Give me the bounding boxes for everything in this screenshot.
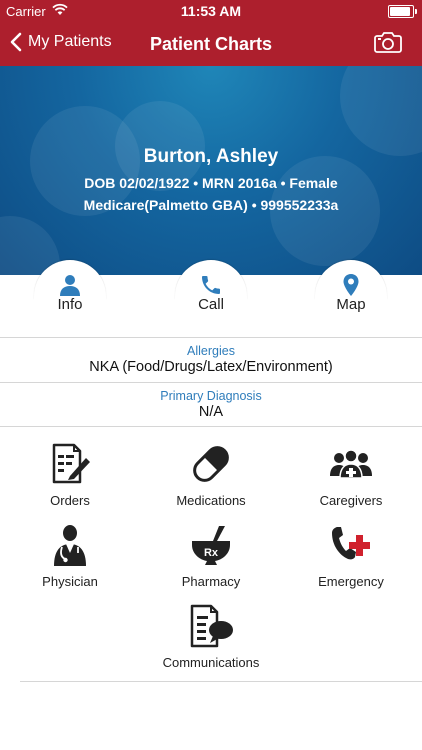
- divider: [20, 681, 422, 682]
- map-pin-icon: [343, 274, 359, 296]
- pharmacy-icon: Rx: [192, 526, 230, 565]
- chevron-left-icon: [10, 32, 22, 52]
- status-bar: Carrier 11:53 AM: [0, 0, 422, 22]
- camera-button[interactable]: [374, 31, 402, 58]
- diagnosis-label: Primary Diagnosis: [160, 389, 262, 403]
- action-row: Info Call Map: [0, 260, 422, 338]
- map-button[interactable]: Map: [315, 260, 387, 336]
- orders-label: Orders: [50, 493, 90, 508]
- medications-button[interactable]: Medications: [146, 442, 276, 508]
- patient-insurance: Medicare(Palmetto GBA) • 999552233a: [83, 197, 339, 213]
- background-decoration: [340, 66, 422, 156]
- physician-button[interactable]: Physician: [5, 523, 135, 589]
- map-label: Map: [336, 296, 366, 313]
- caregivers-label: Caregivers: [319, 493, 383, 508]
- communications-label: Communications: [162, 655, 260, 670]
- phone-icon: [202, 276, 220, 294]
- pharmacy-button[interactable]: Rx Pharmacy: [146, 523, 276, 589]
- info-label: Info: [57, 296, 83, 313]
- patient-name: Burton, Ashley: [143, 146, 279, 167]
- patient-header: Burton, Ashley DOB 02/02/1922 • MRN 2016…: [0, 66, 422, 275]
- diagnosis-section: Primary Diagnosis N/A: [0, 389, 422, 427]
- navigation-bar: My Patients Patient Charts: [0, 22, 422, 66]
- emergency-label: Emergency: [318, 574, 384, 589]
- physician-label: Physician: [42, 574, 98, 589]
- pharmacy-label: Pharmacy: [181, 574, 241, 589]
- camera-icon: [374, 32, 402, 53]
- svg-text:Rx: Rx: [204, 547, 219, 559]
- clock: 11:53 AM: [180, 3, 242, 19]
- patient-demographics: DOB 02/02/1922 • MRN 2016a • Female: [84, 175, 338, 191]
- allergies-section: Allergies NKA (Food/Drugs/Latex/Environm…: [0, 344, 422, 383]
- pill-icon: [193, 446, 229, 482]
- back-button[interactable]: My Patients: [10, 32, 112, 52]
- communications-icon: [190, 604, 233, 648]
- allergies-label: Allergies: [187, 344, 235, 358]
- allergies-value: NKA (Food/Drugs/Latex/Environment): [89, 359, 333, 375]
- caregivers-button[interactable]: Caregivers: [286, 442, 416, 508]
- emergency-icon: [332, 527, 370, 560]
- emergency-button[interactable]: Emergency: [286, 523, 416, 589]
- battery-icon: [388, 5, 417, 18]
- info-button[interactable]: Info: [34, 260, 106, 336]
- orders-button[interactable]: Orders: [5, 442, 135, 508]
- medications-label: Medications: [176, 493, 246, 508]
- diagnosis-value: N/A: [198, 404, 224, 420]
- communications-button[interactable]: Communications: [146, 604, 276, 670]
- call-button[interactable]: Call: [175, 260, 247, 336]
- orders-icon: [52, 443, 90, 484]
- call-label: Call: [198, 296, 224, 313]
- back-button-label: My Patients: [28, 33, 112, 50]
- physician-icon: [54, 525, 86, 566]
- person-icon: [60, 275, 80, 296]
- caregivers-icon: [330, 449, 372, 479]
